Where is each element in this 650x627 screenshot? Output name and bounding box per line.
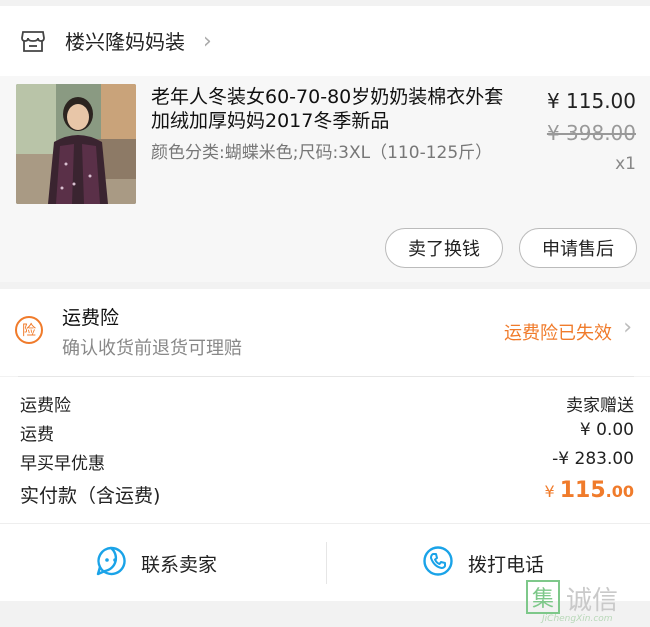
watermark-logo: 集 诚信 JiChengXin.com <box>526 580 646 624</box>
total-integer: 115 <box>559 478 606 503</box>
order-item[interactable]: 老年人冬装女60-70-80岁奶奶装棉衣外套加绒加厚妈妈2017冬季新品 颜色分… <box>0 76 650 282</box>
insurance-status[interactable]: 运费险已失效 <box>504 319 612 345</box>
divider <box>326 542 327 584</box>
chat-icon <box>95 545 127 581</box>
total-decimal: .00 <box>605 482 634 501</box>
fee-value: 卖家赠送 <box>566 396 634 416</box>
fee-value: ¥ 0.00 <box>579 420 634 440</box>
watermark-url: JiChengXin.com <box>542 614 613 624</box>
insurance-description: 确认收货前退货可理赔 <box>62 338 242 359</box>
watermark-text: 诚信 <box>566 586 619 616</box>
total-currency: ¥ <box>544 482 555 501</box>
fee-label: 运费 <box>20 425 54 445</box>
fee-row: 运费 ¥ 0.00 <box>20 420 634 446</box>
total-amount: ¥ 115.00 <box>544 478 634 503</box>
store-icon <box>20 28 46 54</box>
product-original-price: ¥ 398.00 <box>546 121 636 145</box>
chevron-right-icon: › <box>623 315 632 340</box>
insurance-icon: 险 <box>15 316 43 344</box>
product-quantity: x1 <box>615 154 636 174</box>
contact-seller-button[interactable]: 联系卖家 <box>95 524 217 602</box>
insurance-title: 运费险 <box>62 307 120 329</box>
product-spec: 颜色分类:蝴蝶米色;尺码:3XL（110-125斤） <box>151 143 493 163</box>
fee-summary: 运费险 卖家赠送 运费 ¥ 0.00 早买早优惠 -¥ 283.00 实付款（含… <box>0 377 650 523</box>
after-sale-button[interactable]: 申请售后 <box>519 228 637 268</box>
product-thumbnail[interactable] <box>16 84 136 204</box>
shop-header[interactable]: 楼兴隆妈妈装 › <box>0 6 650 76</box>
fee-row: 早买早优惠 -¥ 283.00 <box>20 449 634 475</box>
product-title[interactable]: 老年人冬装女60-70-80岁奶奶装棉衣外套加绒加厚妈妈2017冬季新品 <box>151 85 511 133</box>
product-price: ¥ 115.00 <box>546 89 636 113</box>
fee-label: 早买早优惠 <box>20 454 105 474</box>
chevron-right-icon: › <box>203 29 212 54</box>
fee-row: 运费险 卖家赠送 <box>20 391 634 417</box>
sell-button[interactable]: 卖了换钱 <box>385 228 503 268</box>
watermark-box: 集 <box>526 580 560 614</box>
contact-seller-label: 联系卖家 <box>141 553 218 576</box>
total-label: 实付款（含运费) <box>20 485 161 507</box>
shipping-insurance[interactable]: 险 运费险 确认收货前退货可理赔 运费险已失效 › <box>0 289 650 376</box>
call-label: 拨打电话 <box>468 553 545 576</box>
fee-label: 运费险 <box>20 396 71 416</box>
shop-name: 楼兴隆妈妈装 <box>65 30 185 54</box>
phone-icon <box>422 545 454 581</box>
fee-value: -¥ 283.00 <box>552 449 634 469</box>
